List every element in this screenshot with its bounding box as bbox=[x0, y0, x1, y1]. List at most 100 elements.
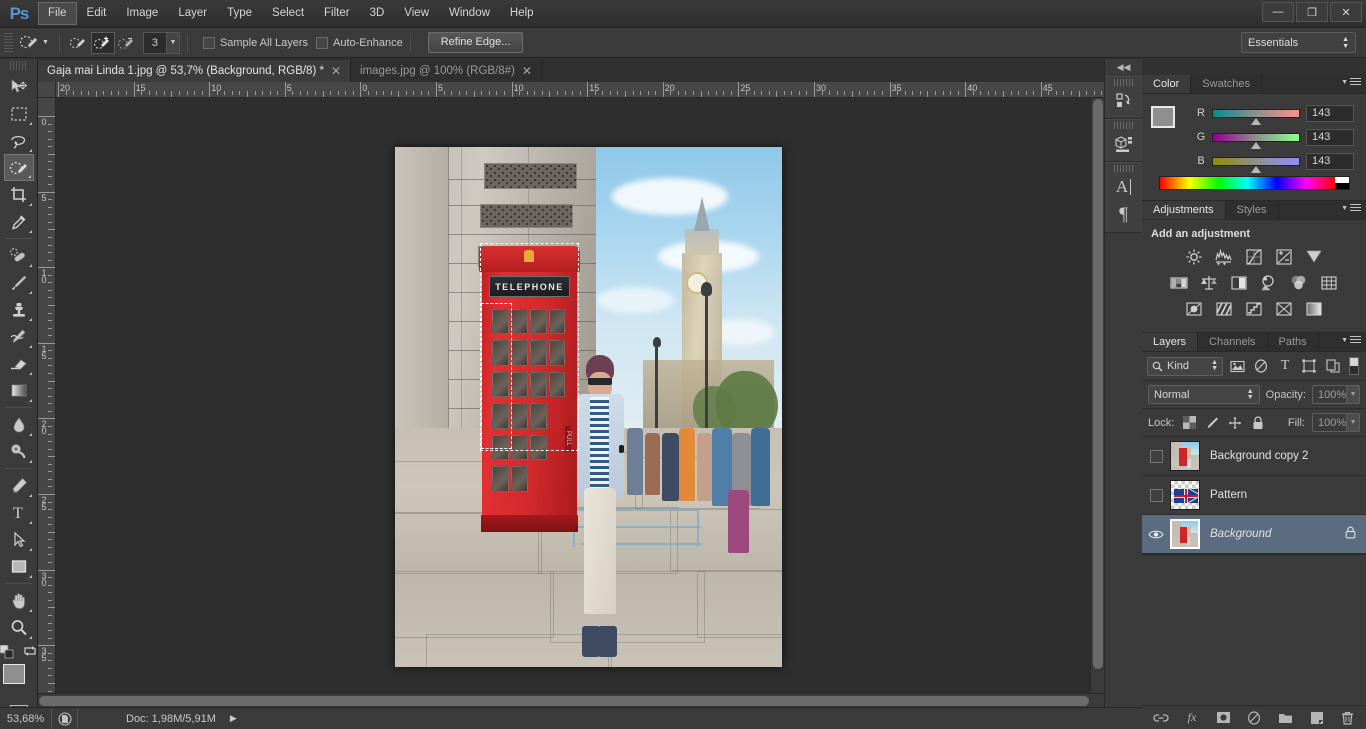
crop-tool[interactable] bbox=[4, 181, 34, 208]
filter-type-icon[interactable]: T bbox=[1275, 356, 1295, 376]
threshold-icon[interactable] bbox=[1241, 298, 1268, 320]
new-adjustment-layer-button[interactable] bbox=[1246, 710, 1262, 726]
new-selection-button[interactable] bbox=[67, 32, 91, 54]
horizontal-ruler[interactable]: 20 15 10 5 0 5 10 15 20 25 30 35 40 45 bbox=[56, 82, 1104, 98]
brightness-contrast-icon[interactable] bbox=[1181, 246, 1208, 268]
levels-icon[interactable] bbox=[1211, 246, 1238, 268]
scrollbar-thumb[interactable] bbox=[1093, 99, 1103, 669]
gradient-tool[interactable] bbox=[4, 377, 34, 404]
canvas-vertical-scrollbar[interactable] bbox=[1090, 98, 1104, 707]
workspace-selector[interactable]: Essentials ▲ ▼ bbox=[1241, 32, 1356, 53]
menu-type[interactable]: Type bbox=[217, 2, 262, 25]
zoom-level[interactable]: 53,68% bbox=[0, 708, 52, 729]
sample-all-layers-checkbox[interactable]: Sample All Layers bbox=[202, 36, 308, 49]
default-colors-icon[interactable] bbox=[0, 645, 15, 659]
black-white-icon[interactable] bbox=[1226, 272, 1253, 294]
filter-shape-icon[interactable] bbox=[1299, 356, 1319, 376]
path-selection-tool[interactable] bbox=[4, 526, 34, 553]
hand-tool[interactable] bbox=[4, 587, 34, 614]
eraser-tool[interactable] bbox=[4, 350, 34, 377]
dodge-tool[interactable] bbox=[4, 438, 34, 465]
layer-filter-kind-select[interactable]: Kind ▲ ▼ bbox=[1147, 356, 1223, 376]
tool-preset-picker[interactable]: ▼ bbox=[16, 32, 52, 54]
options-bar-grip[interactable] bbox=[4, 32, 13, 53]
curves-icon[interactable] bbox=[1241, 246, 1268, 268]
vertical-ruler[interactable]: 0 5 10 15 20 25 30 35 bbox=[38, 98, 56, 707]
fill-dropdown[interactable]: ▼ bbox=[1346, 414, 1359, 431]
rectangle-tool[interactable] bbox=[4, 553, 34, 580]
fill-field[interactable]: 100% ▼ bbox=[1312, 413, 1360, 432]
lock-position-icon[interactable] bbox=[1227, 415, 1243, 431]
layer-filter-toggle[interactable] bbox=[1349, 357, 1359, 375]
status-bar-menu-arrow[interactable]: ▶ bbox=[230, 713, 237, 724]
menu-window[interactable]: Window bbox=[439, 2, 500, 25]
menu-view[interactable]: View bbox=[394, 2, 439, 25]
slider-thumb[interactable] bbox=[1251, 165, 1261, 173]
swap-colors-icon[interactable] bbox=[23, 645, 37, 657]
tab-styles[interactable]: Styles bbox=[1226, 201, 1279, 219]
new-layer-button[interactable] bbox=[1308, 710, 1324, 726]
new-group-button[interactable] bbox=[1277, 710, 1293, 726]
link-layers-button[interactable] bbox=[1153, 710, 1169, 726]
selective-color-icon[interactable] bbox=[1271, 298, 1298, 320]
vibrance-icon[interactable] bbox=[1301, 246, 1328, 268]
canvas-area[interactable]: TELEPHONE PULL bbox=[56, 98, 1104, 707]
brush-tool[interactable] bbox=[4, 269, 34, 296]
spot-healing-brush-tool[interactable] bbox=[4, 242, 34, 269]
blue-slider[interactable] bbox=[1212, 156, 1300, 173]
add-layer-mask-button[interactable] bbox=[1215, 710, 1231, 726]
adjustments-panel-menu-button[interactable]: ▼ bbox=[1341, 204, 1361, 213]
photo-filter-icon[interactable] bbox=[1256, 272, 1283, 294]
menu-select[interactable]: Select bbox=[262, 2, 314, 25]
layer-row-background[interactable]: Background bbox=[1142, 515, 1366, 554]
blue-value[interactable]: 143 bbox=[1306, 152, 1354, 170]
invert-icon[interactable] bbox=[1181, 298, 1208, 320]
menu-layer[interactable]: Layer bbox=[168, 2, 217, 25]
paragraph-icon[interactable]: ¶ bbox=[1105, 201, 1142, 229]
canvas-horizontal-scrollbar[interactable] bbox=[38, 693, 1104, 707]
dock-grip[interactable] bbox=[1114, 165, 1133, 172]
collapse-panels-button[interactable]: ◀◀ bbox=[1105, 59, 1142, 76]
add-to-selection-button[interactable] bbox=[90, 31, 115, 54]
color-lookup-icon[interactable] bbox=[1316, 272, 1343, 294]
posterize-icon[interactable] bbox=[1211, 298, 1238, 320]
layer-visibility-toggle[interactable] bbox=[1142, 449, 1170, 463]
dock-grip[interactable] bbox=[1114, 79, 1133, 86]
menu-filter[interactable]: Filter bbox=[314, 2, 360, 25]
blend-mode-select[interactable]: Normal ▲ ▼ bbox=[1148, 385, 1260, 404]
menu-image[interactable]: Image bbox=[116, 2, 168, 25]
close-button[interactable]: ✕ bbox=[1330, 2, 1362, 22]
minimize-button[interactable]: — bbox=[1262, 2, 1294, 22]
color-balance-icon[interactable] bbox=[1196, 272, 1223, 294]
hue-saturation-icon[interactable] bbox=[1166, 272, 1193, 294]
quick-selection-tool[interactable] bbox=[3, 154, 34, 181]
gradient-map-icon[interactable] bbox=[1301, 298, 1328, 320]
layer-visibility-toggle[interactable] bbox=[1142, 529, 1170, 540]
layers-panel-menu-button[interactable]: ▼ bbox=[1341, 336, 1361, 345]
opacity-field[interactable]: 100% ▼ bbox=[1312, 385, 1360, 404]
green-value[interactable]: 143 bbox=[1306, 128, 1354, 146]
menu-help[interactable]: Help bbox=[500, 2, 544, 25]
layer-row-background-copy-2[interactable]: Background copy 2 bbox=[1142, 437, 1366, 476]
tools-panel-grip[interactable] bbox=[10, 61, 27, 70]
document-tab-1[interactable]: Gaja mai Linda 1.jpg @ 53,7% (Background… bbox=[38, 60, 352, 82]
foreground-color-swatch[interactable] bbox=[2, 664, 25, 684]
slider-thumb[interactable] bbox=[1251, 141, 1261, 149]
document-canvas[interactable]: TELEPHONE PULL bbox=[395, 147, 782, 667]
auto-enhance-checkbox[interactable]: Auto-Enhance bbox=[315, 36, 403, 49]
type-tool[interactable]: T bbox=[4, 499, 34, 526]
red-slider[interactable] bbox=[1212, 108, 1300, 125]
brush-size-dropdown[interactable]: ▼ bbox=[165, 32, 179, 53]
foreground-background-color[interactable] bbox=[2, 664, 35, 694]
delete-layer-button[interactable] bbox=[1339, 710, 1355, 726]
layer-style-button[interactable]: fx bbox=[1184, 710, 1200, 726]
restore-button[interactable]: ❐ bbox=[1296, 2, 1328, 22]
brush-size-value[interactable]: 3 bbox=[144, 32, 166, 54]
tab-color[interactable]: Color bbox=[1142, 75, 1192, 93]
channel-mixer-icon[interactable] bbox=[1286, 272, 1313, 294]
tab-channels[interactable]: Channels bbox=[1198, 333, 1268, 351]
filter-adjustment-icon[interactable] bbox=[1251, 356, 1271, 376]
spectrum-white-black[interactable] bbox=[1335, 177, 1349, 189]
opacity-dropdown[interactable]: ▼ bbox=[1346, 386, 1359, 403]
layer-visibility-toggle[interactable] bbox=[1142, 488, 1170, 502]
